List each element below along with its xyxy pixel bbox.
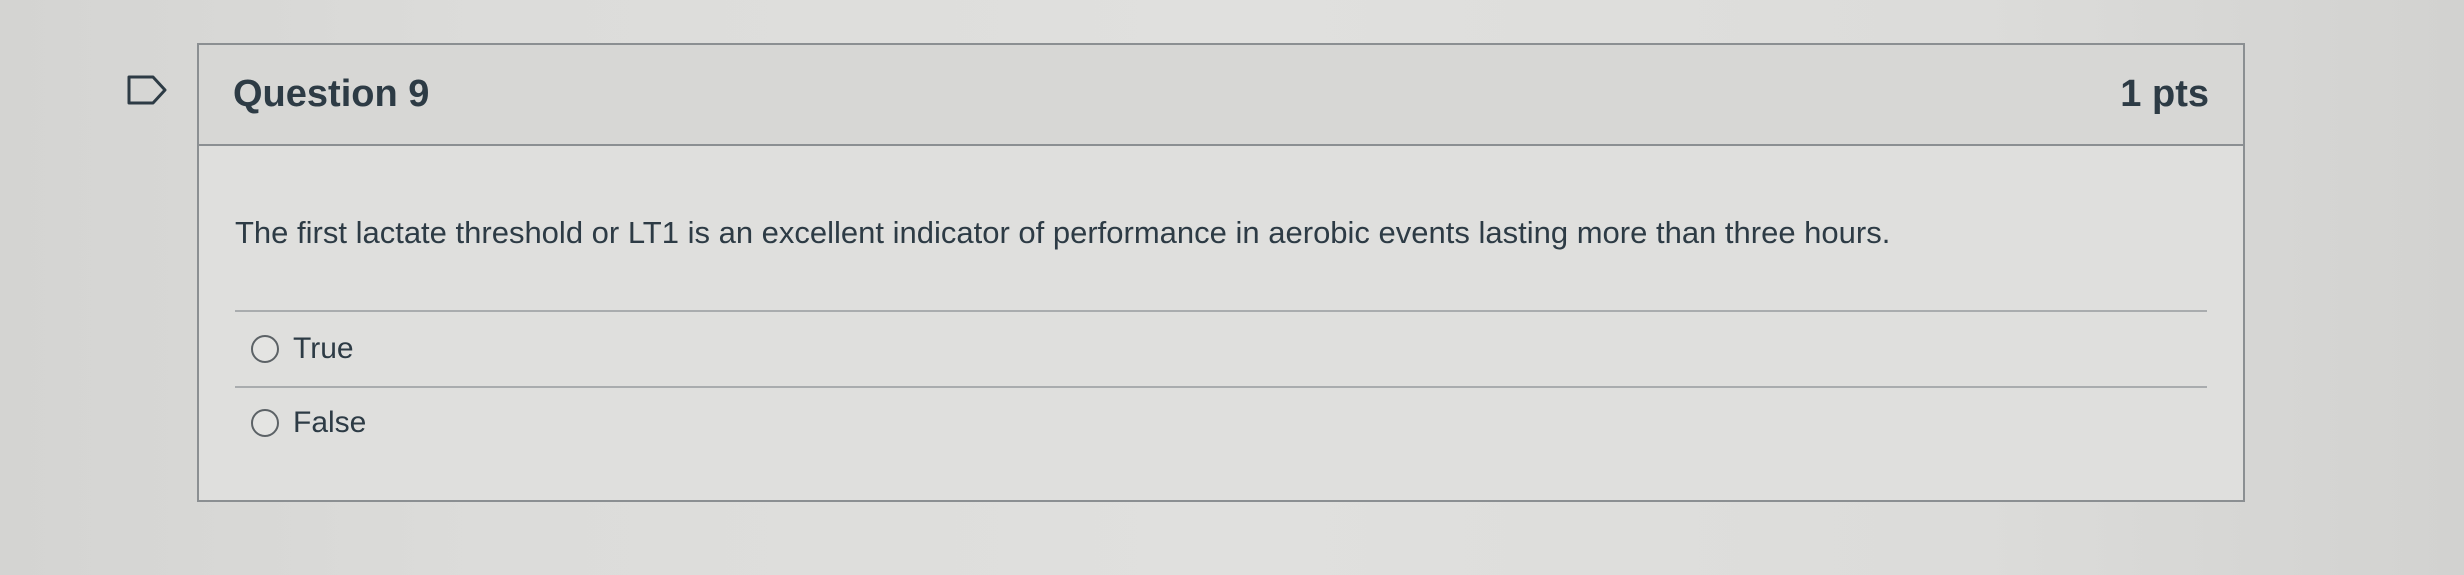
question-text: The first lactate threshold or LT1 is an… — [235, 215, 1891, 250]
flag-question-icon[interactable] — [127, 75, 167, 105]
question-title: Question 9 — [233, 73, 430, 115]
question-header: Question 9 1 pts — [199, 45, 2243, 146]
radio-true-icon[interactable] — [251, 335, 279, 363]
question-points: 1 pts — [2120, 73, 2209, 115]
answer-true[interactable]: True — [251, 332, 354, 366]
answers-divider — [235, 310, 2207, 312]
answer-divider — [235, 386, 2207, 388]
question-card: Question 9 1 pts The first lactate thres… — [197, 43, 2245, 502]
answer-false-label[interactable]: False — [293, 406, 366, 440]
radio-false-icon[interactable] — [251, 409, 279, 437]
answer-true-label[interactable]: True — [293, 332, 354, 366]
answer-false[interactable]: False — [251, 406, 366, 440]
